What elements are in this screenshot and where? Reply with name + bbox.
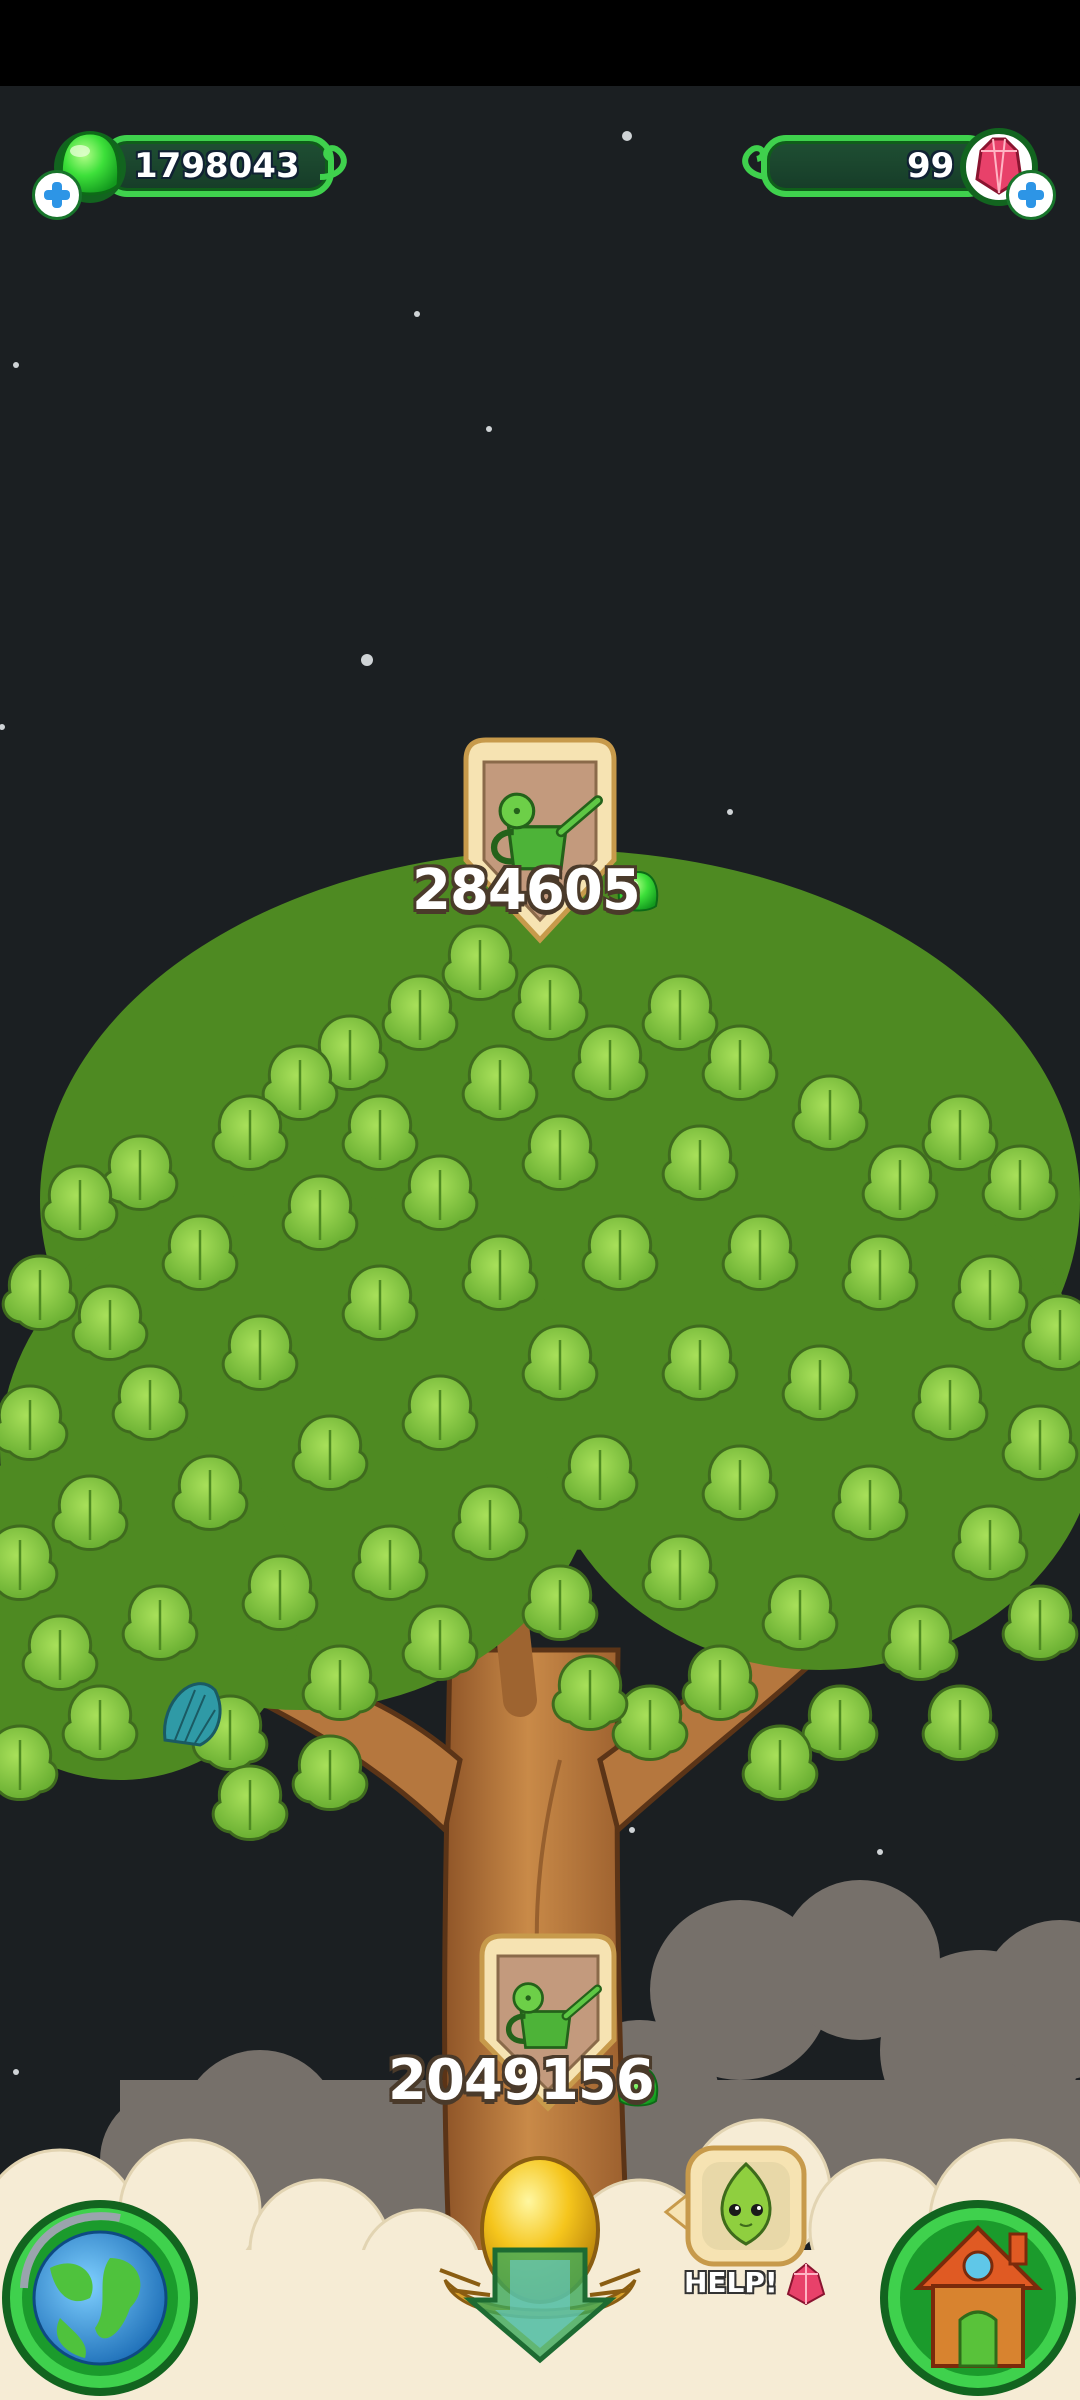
egg-nest-button[interactable] — [440, 2166, 640, 2366]
gum-counter: 1798043 — [42, 131, 347, 203]
vine-curl-icon — [319, 145, 347, 180]
help-label: HELP! — [684, 2266, 778, 2299]
house-button[interactable] — [880, 2200, 1076, 2396]
gem-counter: 99 — [735, 128, 1045, 206]
globe-button[interactable] — [2, 2200, 198, 2396]
help-button[interactable] — [666, 2146, 816, 2346]
gum-count: 1798043 — [134, 146, 300, 186]
status-bar — [0, 0, 1080, 86]
add-gum-button[interactable] — [32, 170, 82, 220]
add-gem-button[interactable] — [1006, 170, 1056, 220]
top-upgrade-button[interactable] — [460, 736, 620, 936]
gem-count: 99 — [907, 146, 955, 186]
bottom-upgrade-button[interactable] — [478, 1934, 618, 2104]
game-stage: 1798043 99 284605 2049156 HELP! — [0, 86, 1080, 2400]
